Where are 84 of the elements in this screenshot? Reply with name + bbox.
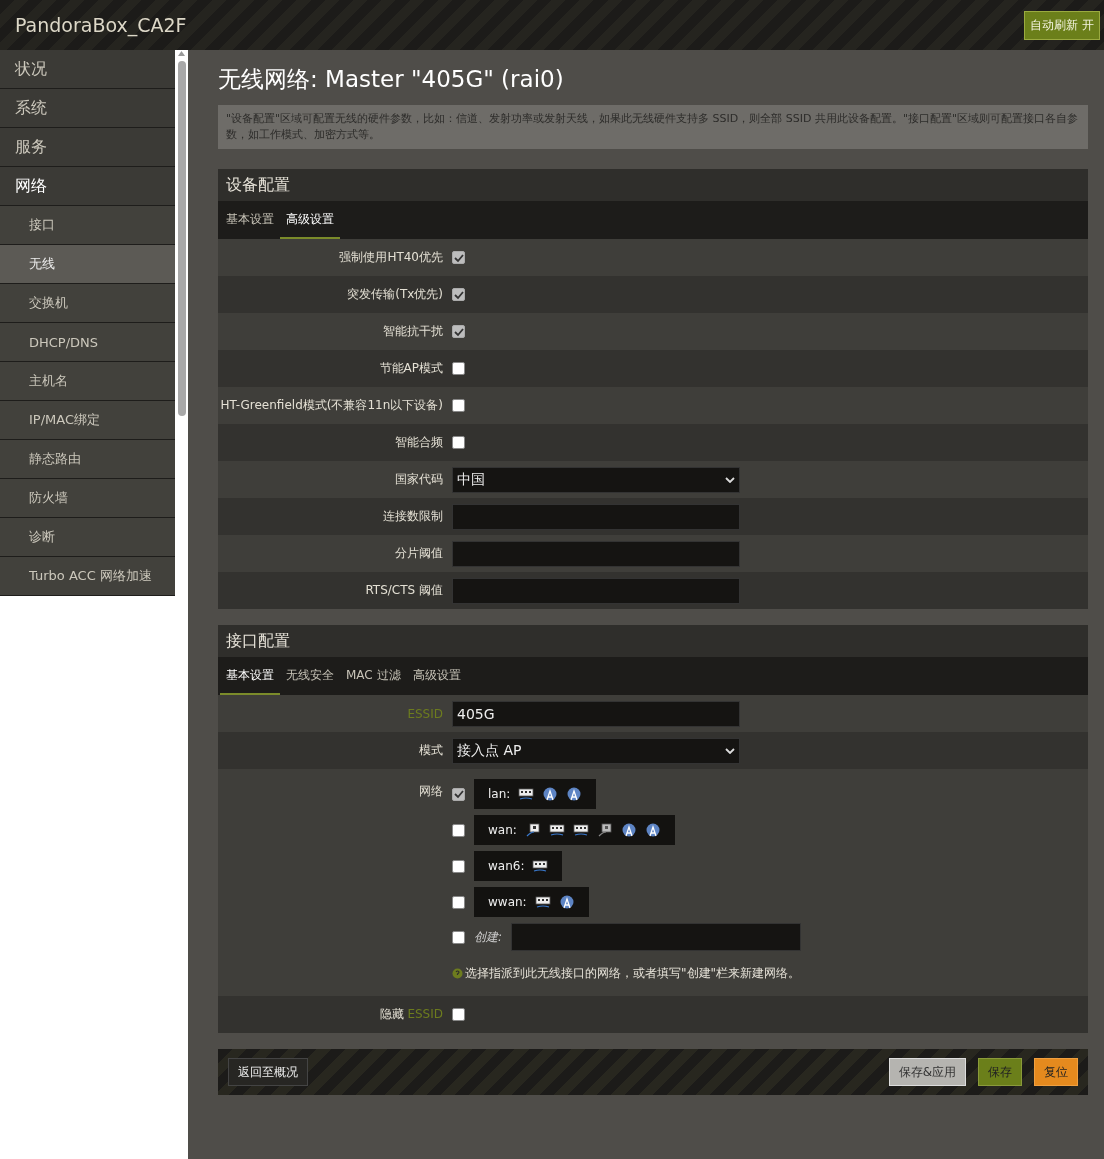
select-dropdown[interactable]: 中国 <box>452 466 740 493</box>
sidebar-subitem[interactable]: 接口 <box>0 206 175 245</box>
caret-icon <box>725 476 735 483</box>
label-text: 模式 <box>419 743 443 757</box>
label-text: 隐藏 <box>379 1007 404 1021</box>
wireless-antenna-icon <box>644 823 661 837</box>
network-switch-icon <box>532 859 549 873</box>
checkbox[interactable] <box>452 362 465 375</box>
ethernet-port-icon <box>596 823 613 837</box>
label-text: 强制使用HT40优先 <box>339 250 443 264</box>
help-icon <box>452 968 463 979</box>
sidebar-item[interactable]: 系统 <box>0 89 175 128</box>
page-title: 无线网络: Master "405G" (rai0) <box>218 65 565 94</box>
wireless-antenna-icon <box>566 787 583 801</box>
label-text: HT-Greenfield模式(不兼容11n以下设备) <box>220 398 443 412</box>
tab[interactable]: 无线安全 <box>280 657 340 695</box>
network-name: wwan: <box>488 895 527 909</box>
wireless-antenna-icon <box>620 823 637 837</box>
section-title: 接口配置 <box>225 630 291 652</box>
sidebar-subitem[interactable]: IP/MAC绑定 <box>0 401 175 440</box>
label-text: 分片阈值 <box>395 546 443 560</box>
sidebar-item[interactable]: 状况 <box>0 50 175 89</box>
checkbox[interactable] <box>452 288 465 301</box>
sidebar-subitem[interactable]: DHCP/DNS <box>0 323 175 362</box>
tab[interactable]: MAC 过滤 <box>340 657 407 695</box>
sidebar-item[interactable]: 网络 <box>0 167 175 206</box>
caret-icon <box>725 747 735 754</box>
tab[interactable]: 高级设置 <box>406 657 467 695</box>
site-title: PandoraBox_CA2F <box>15 14 187 36</box>
network-name: wan: <box>488 823 517 837</box>
network-switch-icon <box>572 823 589 837</box>
tab[interactable]: 基本设置 <box>220 201 280 239</box>
sidebar-subitem[interactable]: 诊断 <box>0 518 175 557</box>
ethernet-port-icon <box>524 823 541 837</box>
label-text: 连接数限制 <box>383 509 443 523</box>
wireless-antenna-icon <box>542 787 559 801</box>
create-label: 创建: <box>474 928 503 946</box>
sidebar-subitem[interactable]: 防火墙 <box>0 479 175 518</box>
hint-text: 选择指派到此无线接口的网络，或者填写"创建"栏来新建网络。 <box>465 965 801 982</box>
checkbox[interactable] <box>452 251 465 264</box>
label-text: 国家代码 <box>395 472 443 486</box>
input-field[interactable] <box>511 923 802 951</box>
sidebar-item[interactable]: 服务 <box>0 128 175 167</box>
sidebar-subitem[interactable]: 无线 <box>0 245 175 284</box>
sidebar-subitem[interactable]: 主机名 <box>0 362 175 401</box>
network-switch-icon <box>534 895 551 909</box>
checkbox[interactable] <box>452 436 465 449</box>
checkbox[interactable] <box>452 399 465 412</box>
checkbox[interactable] <box>452 1008 465 1021</box>
checkbox[interactable] <box>452 787 465 801</box>
save-apply-button[interactable]: 保存&应用 <box>888 1058 966 1086</box>
input-field[interactable]: 405G <box>452 700 740 727</box>
sidebar-subitem[interactable]: Turbo ACC 网络加速 <box>0 557 175 596</box>
label-text: 智能抗干扰 <box>383 324 443 338</box>
sidebar-subitem[interactable]: 交换机 <box>0 284 175 323</box>
scroll-up-arrow-icon <box>177 50 186 57</box>
scrollbar-thumb[interactable] <box>177 61 186 416</box>
label-text: 节能AP模式 <box>379 361 443 375</box>
label-text: 智能合频 <box>395 435 443 449</box>
section-title: 设备配置 <box>225 174 291 196</box>
input-field[interactable] <box>452 503 740 530</box>
checkbox[interactable] <box>452 895 465 909</box>
back-button[interactable]: 返回至概况 <box>228 1058 308 1086</box>
input-field[interactable] <box>452 577 740 604</box>
label-text: RTS/CTS 阈值 <box>365 583 443 597</box>
sidebar-subitem[interactable]: 静态路由 <box>0 440 175 479</box>
reset-button[interactable]: 复位 <box>1034 1058 1078 1086</box>
label-text: ESSID <box>407 706 443 721</box>
network-switch-icon <box>548 823 565 837</box>
checkbox[interactable] <box>452 325 465 338</box>
checkbox[interactable] <box>452 930 465 944</box>
label-text: 网络 <box>419 784 443 798</box>
save-button[interactable]: 保存 <box>978 1058 1022 1086</box>
label-text: ESSID <box>407 1007 443 1021</box>
network-name: wan6: <box>488 859 525 873</box>
network-switch-icon <box>518 787 535 801</box>
wireless-antenna-icon <box>558 895 575 909</box>
checkbox[interactable] <box>452 823 465 837</box>
checkbox[interactable] <box>452 859 465 873</box>
input-field[interactable] <box>452 540 740 567</box>
auto-refresh-button[interactable]: 自动刷新 开 <box>1024 10 1100 40</box>
select-dropdown[interactable]: 接入点 AP <box>452 737 740 764</box>
network-name: lan: <box>488 787 511 801</box>
label-text: 突发传输(Tx优先) <box>347 287 443 301</box>
